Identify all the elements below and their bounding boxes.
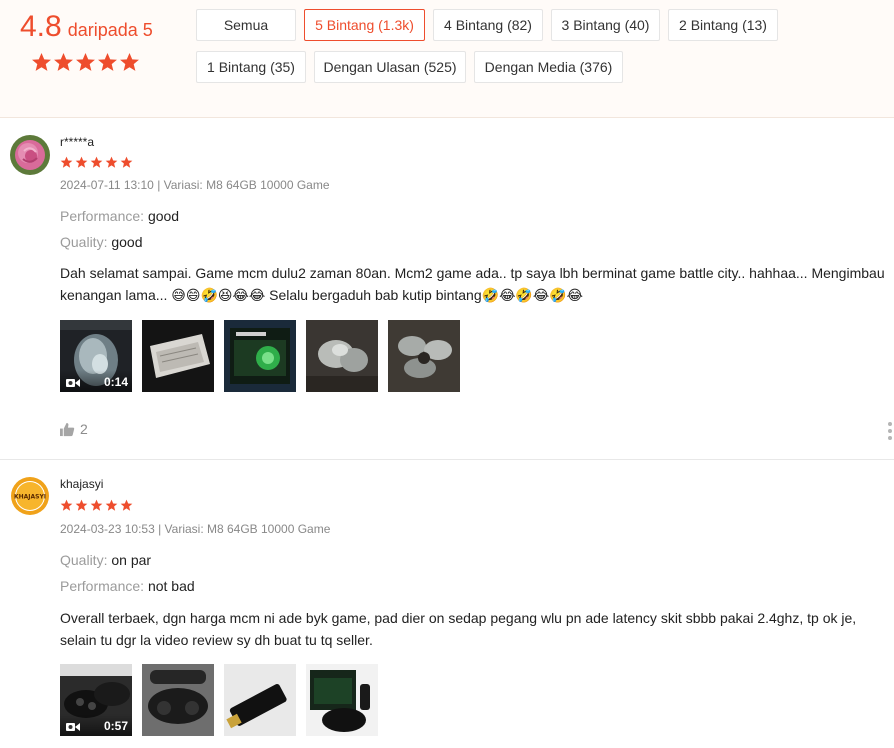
star-icon bbox=[105, 499, 118, 512]
video-camera-icon bbox=[66, 379, 80, 387]
filter-2-star-button[interactable]: 2 Bintang (13) bbox=[668, 9, 778, 41]
review-attribute: Quality: good bbox=[60, 234, 143, 250]
filter-5-star-button[interactable]: 5 Bintang (1.3k) bbox=[304, 9, 425, 41]
video-badge: 0:14 bbox=[60, 370, 132, 392]
filter-1-star-button[interactable]: 1 Bintang (35) bbox=[196, 51, 306, 83]
avatar-text: KHAJASYI bbox=[14, 494, 46, 501]
filter-4-star-button[interactable]: 4 Bintang (82) bbox=[433, 9, 543, 41]
avatar[interactable]: KHAJASYI bbox=[10, 476, 50, 516]
star-icon bbox=[75, 499, 88, 512]
comment-text: Selalu bergaduh bab kutip bintang bbox=[265, 287, 482, 303]
star-icon bbox=[75, 52, 96, 73]
attribute-value: on par bbox=[111, 552, 152, 568]
review-photo-thumbnail[interactable] bbox=[388, 320, 460, 392]
star-icon bbox=[90, 499, 103, 512]
review-attribute: Performance: not bad bbox=[60, 578, 195, 594]
attribute-label: Performance: bbox=[60, 208, 145, 224]
review-photo-thumbnail[interactable] bbox=[142, 664, 214, 736]
review-comment: Dah selamat sampai. Game mcm dulu2 zaman… bbox=[60, 262, 886, 307]
review-photo-thumbnail[interactable] bbox=[306, 320, 378, 392]
video-camera-icon bbox=[66, 723, 80, 731]
like-count: 2 bbox=[80, 421, 88, 437]
review-photo-thumbnail[interactable] bbox=[306, 664, 378, 736]
comment-emojis: 🤣😂🤣😂🤣😂 bbox=[481, 288, 584, 304]
star-icon bbox=[53, 52, 74, 73]
review-stars bbox=[60, 156, 133, 169]
filter-all-button[interactable]: Semua bbox=[196, 9, 296, 41]
star-icon bbox=[120, 499, 133, 512]
filter-with-media-button[interactable]: Dengan Media (376) bbox=[474, 51, 623, 83]
like-button[interactable]: 2 bbox=[60, 421, 88, 437]
review-attribute: Quality: on par bbox=[60, 552, 151, 568]
star-icon bbox=[60, 156, 73, 169]
star-icon bbox=[119, 52, 140, 73]
more-options-icon[interactable] bbox=[887, 422, 893, 440]
reviewer-name: khajasyi bbox=[60, 477, 104, 491]
score-out-of: daripada 5 bbox=[67, 20, 153, 40]
review-photo-thumbnail[interactable] bbox=[224, 664, 296, 736]
star-icon bbox=[97, 52, 118, 73]
overview-stars bbox=[31, 52, 140, 73]
review-video-thumbnail[interactable]: 0:57 bbox=[60, 664, 132, 736]
review-media: 0:14 bbox=[60, 320, 460, 392]
review-video-thumbnail[interactable]: 0:14 bbox=[60, 320, 132, 392]
star-icon bbox=[105, 156, 118, 169]
avatar[interactable] bbox=[10, 135, 50, 175]
thumbs-up-icon bbox=[60, 422, 75, 436]
attribute-label: Performance: bbox=[60, 578, 145, 594]
review-meta: 2024-03-23 10:53 | Variasi: M8 64GB 1000… bbox=[60, 522, 331, 536]
review-media: 0:57 bbox=[60, 664, 378, 736]
review-stars bbox=[60, 499, 133, 512]
video-badge: 0:57 bbox=[60, 714, 132, 736]
review-comment: Overall terbaek, dgn harga mcm ni ade by… bbox=[60, 610, 857, 648]
review-photo-thumbnail[interactable] bbox=[142, 320, 214, 392]
attribute-label: Quality: bbox=[60, 234, 108, 250]
comment-emojis: 😅😄🤣😆😂😂 bbox=[171, 288, 266, 304]
attribute-value: good bbox=[147, 208, 180, 224]
review-meta: 2024-07-11 13:10 | Variasi: M8 64GB 1000… bbox=[60, 178, 330, 192]
score-value: 4.8 bbox=[20, 10, 62, 43]
filter-3-star-button[interactable]: 3 Bintang (40) bbox=[551, 9, 660, 41]
attribute-label: Quality: bbox=[60, 552, 108, 568]
star-icon bbox=[60, 499, 73, 512]
filter-with-comments-button[interactable]: Dengan Ulasan (525) bbox=[314, 51, 466, 83]
star-icon bbox=[31, 52, 52, 73]
video-duration: 0:57 bbox=[103, 719, 128, 733]
attribute-value: not bad bbox=[147, 578, 195, 594]
average-score: 4.8 daripada 5 bbox=[20, 10, 153, 44]
review-attribute: Performance: good bbox=[60, 208, 179, 224]
review-divider bbox=[0, 459, 894, 460]
attribute-value: good bbox=[111, 234, 143, 250]
video-duration: 0:14 bbox=[103, 375, 128, 389]
star-icon bbox=[90, 156, 103, 169]
star-icon bbox=[120, 156, 133, 169]
rating-overview: 4.8 daripada 5 Semua 5 Bintang (1.3k) 4 B… bbox=[0, 0, 894, 118]
reviewer-name: r*****a bbox=[60, 135, 95, 149]
review-photo-thumbnail[interactable] bbox=[224, 320, 296, 392]
star-icon bbox=[75, 156, 88, 169]
